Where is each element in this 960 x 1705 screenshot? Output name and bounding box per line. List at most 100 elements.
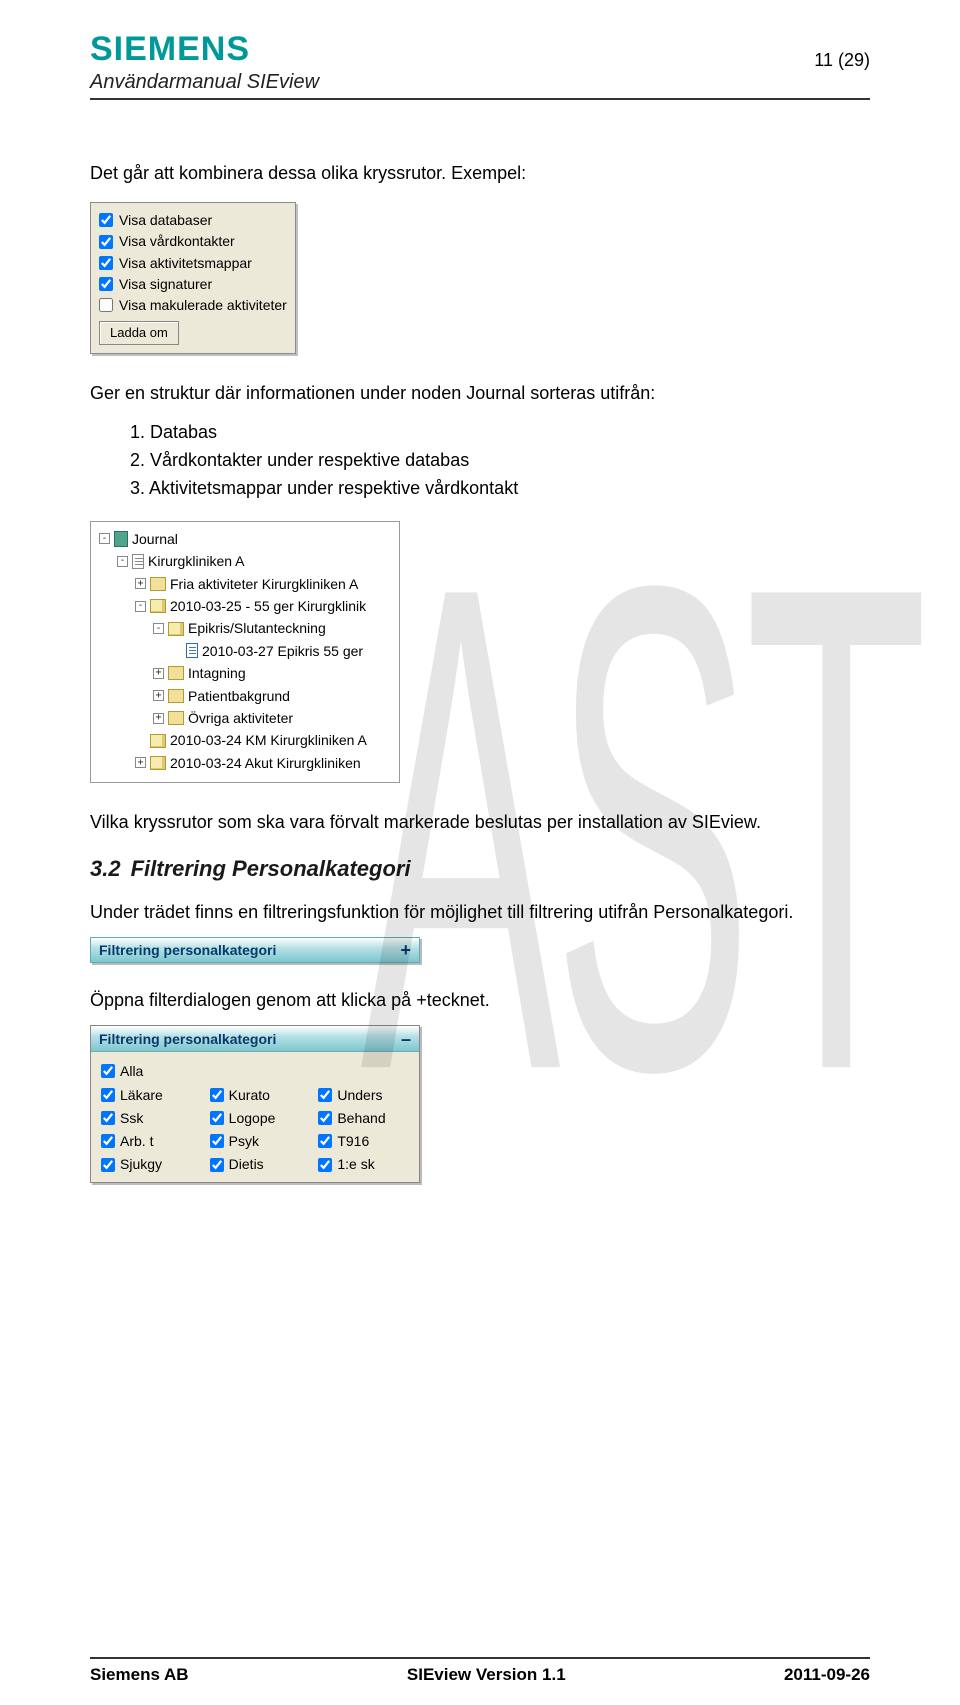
tree-row[interactable]: - 2010-03-25 - 55 ger Kirurgklinik	[95, 595, 395, 617]
tree-row[interactable]: 2010-03-24 KM Kirurgkliniken A	[95, 729, 395, 751]
collapse-icon[interactable]: -	[135, 601, 146, 612]
tree-label: Fria aktiviteter Kirurgkliniken A	[170, 573, 358, 595]
filter-option: Läkare	[101, 1085, 192, 1105]
checkbox[interactable]	[318, 1111, 332, 1125]
tree-row[interactable]: + Fria aktiviteter Kirurgkliniken A	[95, 573, 395, 595]
filter-row: SskLogopeBehand	[101, 1108, 409, 1128]
folder-closed-icon	[168, 711, 184, 725]
filter-row: SjukgyDietis1:e sk	[101, 1154, 409, 1174]
checkbox[interactable]	[99, 298, 113, 312]
checkbox[interactable]	[101, 1111, 115, 1125]
tree-row[interactable]: 2010-03-27 Epikris 55 ger	[95, 640, 395, 662]
list-item: 2. Vårdkontakter under respektive databa…	[130, 447, 870, 473]
tree-row[interactable]: - Journal	[95, 528, 395, 550]
checkbox[interactable]	[101, 1134, 115, 1148]
checkbox[interactable]	[318, 1088, 332, 1102]
checkbox[interactable]	[101, 1064, 115, 1078]
collapse-icon[interactable]: -	[117, 556, 128, 567]
expand-icon[interactable]: +	[153, 713, 164, 724]
checkbox[interactable]	[210, 1111, 224, 1125]
checkbox[interactable]	[99, 277, 113, 291]
collapse-icon[interactable]: -	[99, 533, 110, 544]
tree-label: Intagning	[188, 662, 246, 684]
tree-label: Journal	[132, 528, 178, 550]
checkbox-row: Visa databaser	[99, 210, 287, 230]
checkbox[interactable]	[101, 1088, 115, 1102]
filter-option: Alla	[101, 1061, 196, 1081]
expand-placeholder	[135, 735, 146, 746]
section-heading: 3.2Filtrering Personalkategori	[90, 853, 870, 885]
filter-option: Behand	[318, 1108, 409, 1128]
checkbox-row: Visa makulerade aktiviteter	[99, 295, 287, 315]
checkbox[interactable]	[210, 1088, 224, 1102]
tree-label: Epikris/Slutanteckning	[188, 617, 326, 639]
siemens-logo: SIEMENS	[90, 30, 870, 69]
filter-label: Alla	[120, 1061, 143, 1081]
folder-closed-icon	[168, 689, 184, 703]
filter-option: Ssk	[101, 1108, 192, 1128]
tree-row[interactable]: + Intagning	[95, 662, 395, 684]
checkbox-label: Visa aktivitetsmappar	[119, 253, 252, 273]
paragraph-3: Vilka kryssrutor som ska vara förvalt ma…	[90, 809, 870, 835]
filter-label: Sjukgy	[120, 1154, 162, 1174]
tree-label: Patientbakgrund	[188, 685, 290, 707]
folder-open-icon	[150, 756, 166, 770]
list-item: 1. Databas	[130, 419, 870, 445]
expand-icon[interactable]: +	[153, 668, 164, 679]
list-item: 3. Aktivitetsmappar under respektive vår…	[130, 475, 870, 501]
tree-row[interactable]: - Epikris/Slutanteckning	[95, 617, 395, 639]
paragraph-intro: Det går att kombinera dessa olika kryssr…	[90, 160, 870, 186]
folder-open-icon	[150, 599, 166, 613]
filterbar-collapsed[interactable]: Filtrering personalkategori +	[90, 937, 420, 963]
checkbox[interactable]	[99, 235, 113, 249]
journal-icon	[114, 531, 128, 547]
filter-label: Unders	[337, 1085, 382, 1105]
filterbar-expanded[interactable]: Filtrering personalkategori –	[91, 1026, 419, 1052]
folder-closed-icon	[150, 577, 166, 591]
database-icon	[132, 554, 144, 569]
tree-row[interactable]: -Kirurgkliniken A	[95, 550, 395, 572]
filter-option: Kurato	[210, 1085, 301, 1105]
expand-icon[interactable]: +	[153, 690, 164, 701]
tree-row[interactable]: +Övriga aktiviteter	[95, 707, 395, 729]
filter-option: Psyk	[210, 1131, 301, 1151]
tree-row[interactable]: + Patientbakgrund	[95, 685, 395, 707]
filter-row: Alla	[101, 1061, 409, 1081]
header-rule	[90, 98, 870, 100]
checkbox[interactable]	[210, 1158, 224, 1172]
checkbox[interactable]	[318, 1158, 332, 1172]
filter-label: Arb. t	[120, 1131, 153, 1151]
expand-placeholder	[171, 645, 182, 656]
filter-option: Sjukgy	[101, 1154, 192, 1174]
filter-label: Läkare	[120, 1085, 163, 1105]
page-footer: Siemens AB SIEview Version 1.1 2011-09-2…	[90, 1653, 870, 1685]
checkbox-row: Visa signaturer	[99, 274, 287, 294]
minus-icon[interactable]: –	[401, 1026, 411, 1052]
expand-icon[interactable]: +	[135, 757, 146, 768]
expand-icon[interactable]: +	[135, 578, 146, 589]
tree-label: 2010-03-25 - 55 ger Kirurgklinik	[170, 595, 366, 617]
checkbox[interactable]	[99, 213, 113, 227]
plus-icon[interactable]: +	[400, 937, 411, 963]
filterbar-label: Filtrering personalkategori	[99, 940, 276, 960]
footer-left: Siemens AB	[90, 1665, 189, 1685]
checkbox-row: Visa aktivitetsmappar	[99, 253, 287, 273]
footer-right: 2011-09-26	[784, 1665, 870, 1685]
checkbox[interactable]	[99, 256, 113, 270]
folder-open-icon	[150, 734, 166, 748]
filter-panel-expanded: Filtrering personalkategori – Alla Läkare…	[90, 1025, 420, 1182]
footer-center: SIEview Version 1.1	[407, 1665, 566, 1685]
tree-row[interactable]: +2010-03-24 Akut Kirurgkliniken	[95, 752, 395, 774]
reload-button[interactable]: Ladda om	[99, 321, 179, 346]
checkbox[interactable]	[318, 1134, 332, 1148]
collapse-icon[interactable]: -	[153, 623, 164, 634]
paragraph-4: Under trädet finns en filtreringsfunktio…	[90, 899, 870, 925]
checkbox[interactable]	[210, 1134, 224, 1148]
checkbox-panel-figure: Visa databaserVisa vårdkontakterVisa akt…	[90, 202, 296, 354]
filter-option: Arb. t	[101, 1131, 192, 1151]
checkbox[interactable]	[101, 1158, 115, 1172]
tree-label: 2010-03-27 Epikris 55 ger	[202, 640, 363, 662]
filter-label: 1:e sk	[337, 1154, 374, 1174]
checkbox-label: Visa makulerade aktiviteter	[119, 295, 287, 315]
page-header: SIEMENS Användarmanual SIEview 11 (29)	[90, 30, 870, 120]
